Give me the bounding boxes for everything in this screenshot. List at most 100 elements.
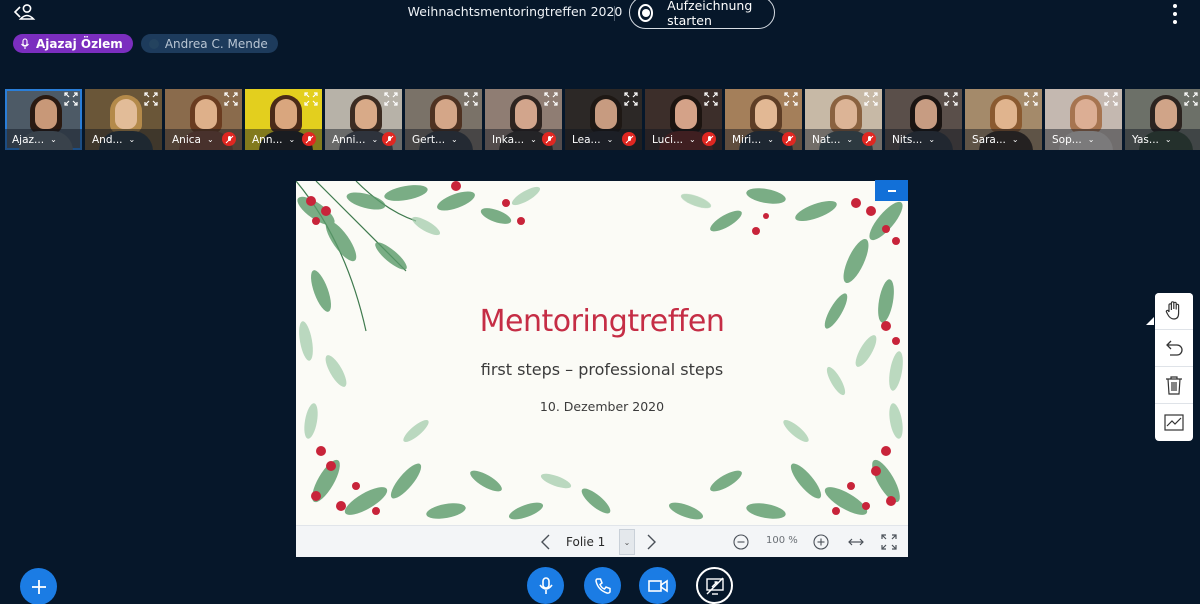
chevron-down-icon: ⌄ — [206, 135, 214, 144]
video-tile[interactable]: Miri... ⌄ — [725, 89, 802, 150]
participant-face — [355, 99, 377, 129]
chevron-down-icon: ⌄ — [606, 135, 614, 144]
next-slide-icon[interactable] — [643, 532, 659, 552]
muted-microphone-icon — [862, 132, 876, 146]
fullscreen-icon[interactable] — [881, 534, 897, 550]
expand-icon[interactable] — [144, 92, 158, 106]
chevron-down-icon: ⌄ — [1164, 135, 1172, 144]
expand-icon[interactable] — [304, 92, 318, 106]
expand-icon[interactable] — [544, 92, 558, 106]
participant-face — [675, 99, 697, 129]
plus-icon — [31, 579, 46, 594]
whiteboard-toolbar — [1155, 293, 1193, 441]
chevron-down-icon: ⌄ — [689, 135, 696, 144]
participant-name-bar[interactable]: Nits... ⌄ — [885, 129, 962, 150]
camera-icon — [647, 579, 668, 592]
previous-slide-icon[interactable] — [538, 532, 554, 552]
participant-name-bar[interactable]: Sop... ⌄ — [1045, 129, 1122, 150]
talking-indicator: Ajazaj Özlem Andrea C. Mende — [13, 34, 278, 54]
participant-face — [35, 99, 57, 129]
phone-icon — [594, 577, 611, 594]
zoom-in-icon[interactable] — [813, 534, 829, 550]
video-tile[interactable]: Nits... ⌄ — [885, 89, 962, 150]
expand-icon[interactable] — [784, 92, 798, 106]
whiteboard-tools-pointer — [1146, 317, 1154, 325]
video-tile[interactable]: Nat... ⌄ — [805, 89, 882, 150]
video-tile[interactable]: Sop... ⌄ — [1045, 89, 1122, 150]
expand-icon[interactable] — [464, 92, 478, 106]
muted-microphone-icon — [702, 132, 716, 146]
video-tile[interactable]: Anni... ⌄ — [325, 89, 402, 150]
participant-name: Miri... — [732, 133, 762, 146]
participant-face — [435, 99, 457, 129]
muted-microphone-icon — [302, 132, 316, 146]
chevron-down-icon: ⌄ — [530, 135, 537, 144]
microphone-icon — [538, 576, 553, 594]
camera-button[interactable] — [639, 567, 676, 604]
expand-icon[interactable] — [384, 92, 398, 106]
participant-name-bar[interactable]: And... ⌄ — [85, 129, 162, 150]
chevron-down-icon: ⌄ — [928, 135, 936, 144]
slide-select-dropdown[interactable]: ⌄ — [619, 529, 635, 555]
video-tile[interactable]: Ajaz... ⌄ — [5, 89, 82, 150]
muted-microphone-icon — [222, 132, 236, 146]
microphone-button[interactable] — [527, 567, 564, 604]
video-tile[interactable]: Gert... ⌄ — [405, 89, 482, 150]
participant-name: Gert... — [412, 133, 446, 146]
microphone-icon — [21, 37, 29, 49]
video-tile[interactable]: Luci... ⌄ — [645, 89, 722, 150]
video-tile[interactable]: And... ⌄ — [85, 89, 162, 150]
expand-icon[interactable] — [704, 92, 718, 106]
expand-icon[interactable] — [944, 92, 958, 106]
participant-name: Inka... — [492, 133, 525, 146]
chevron-down-icon: ⌄ — [451, 135, 458, 144]
video-tile[interactable]: Anica ⌄ — [165, 89, 242, 150]
video-tile[interactable]: Sara... ⌄ — [965, 89, 1042, 150]
multi-user-icon[interactable] — [1155, 404, 1193, 441]
options-menu-icon[interactable] — [1168, 2, 1182, 26]
expand-icon[interactable] — [1104, 92, 1118, 106]
undo-icon[interactable] — [1155, 330, 1193, 367]
slide-title: Mentoringtreffen — [479, 304, 725, 339]
users-list-toggle-icon[interactable] — [12, 2, 36, 24]
participant-name-bar[interactable]: Ajaz... ⌄ — [5, 129, 82, 150]
actions-plus-button[interactable] — [20, 568, 57, 604]
chevron-down-icon: ⌄ — [371, 135, 379, 144]
participant-name-bar[interactable]: Gert... ⌄ — [405, 129, 482, 150]
video-tile[interactable]: Yas... ⌄ — [1125, 89, 1200, 150]
participant-name: Sara... — [972, 133, 1006, 146]
expand-icon[interactable] — [1184, 92, 1198, 106]
trash-icon[interactable] — [1155, 367, 1193, 404]
top-bar: Weihnachtsmentoringtreffen 2020 Aufzeich… — [0, 0, 1200, 30]
expand-icon[interactable] — [864, 92, 878, 106]
participant-name: Ajaz... — [12, 133, 45, 146]
meeting-title: Weihnachtsmentoringtreffen 2020 — [407, 4, 623, 19]
participant-name-bar[interactable]: Sara... ⌄ — [965, 129, 1042, 150]
participant-face — [195, 99, 217, 129]
participant-name: Nits... — [892, 133, 923, 146]
participant-face — [515, 99, 537, 129]
zoom-out-icon[interactable] — [733, 534, 749, 550]
video-tile[interactable]: Inka... ⌄ — [485, 89, 562, 150]
participant-name: Luci... — [652, 133, 684, 146]
screenshare-button[interactable] — [696, 567, 733, 604]
phone-button[interactable] — [584, 567, 621, 604]
expand-icon[interactable] — [1024, 92, 1038, 106]
talker-andrea[interactable]: Andrea C. Mende — [140, 34, 278, 53]
video-tile[interactable]: Ann... ⌄ — [245, 89, 322, 150]
fit-to-width-icon[interactable] — [847, 534, 865, 550]
expand-icon[interactable] — [224, 92, 238, 106]
expand-icon[interactable] — [64, 92, 78, 106]
participant-name: Yas... — [1132, 133, 1159, 146]
participant-name: Ann... — [252, 133, 283, 146]
participant-face — [275, 99, 297, 129]
hand-icon[interactable] — [1155, 293, 1193, 330]
talker-ajazaj[interactable]: Ajazaj Özlem — [13, 34, 133, 53]
minimize-presentation-button[interactable] — [875, 180, 908, 201]
expand-icon[interactable] — [624, 92, 638, 106]
video-tile[interactable]: Lea... ⌄ — [565, 89, 642, 150]
talker-name: Ajazaj Özlem — [36, 36, 123, 51]
participant-name-bar[interactable]: Yas... ⌄ — [1125, 129, 1200, 150]
zoom-level: 100 % — [766, 535, 798, 546]
record-button[interactable]: Aufzeichnung starten — [629, 0, 775, 29]
